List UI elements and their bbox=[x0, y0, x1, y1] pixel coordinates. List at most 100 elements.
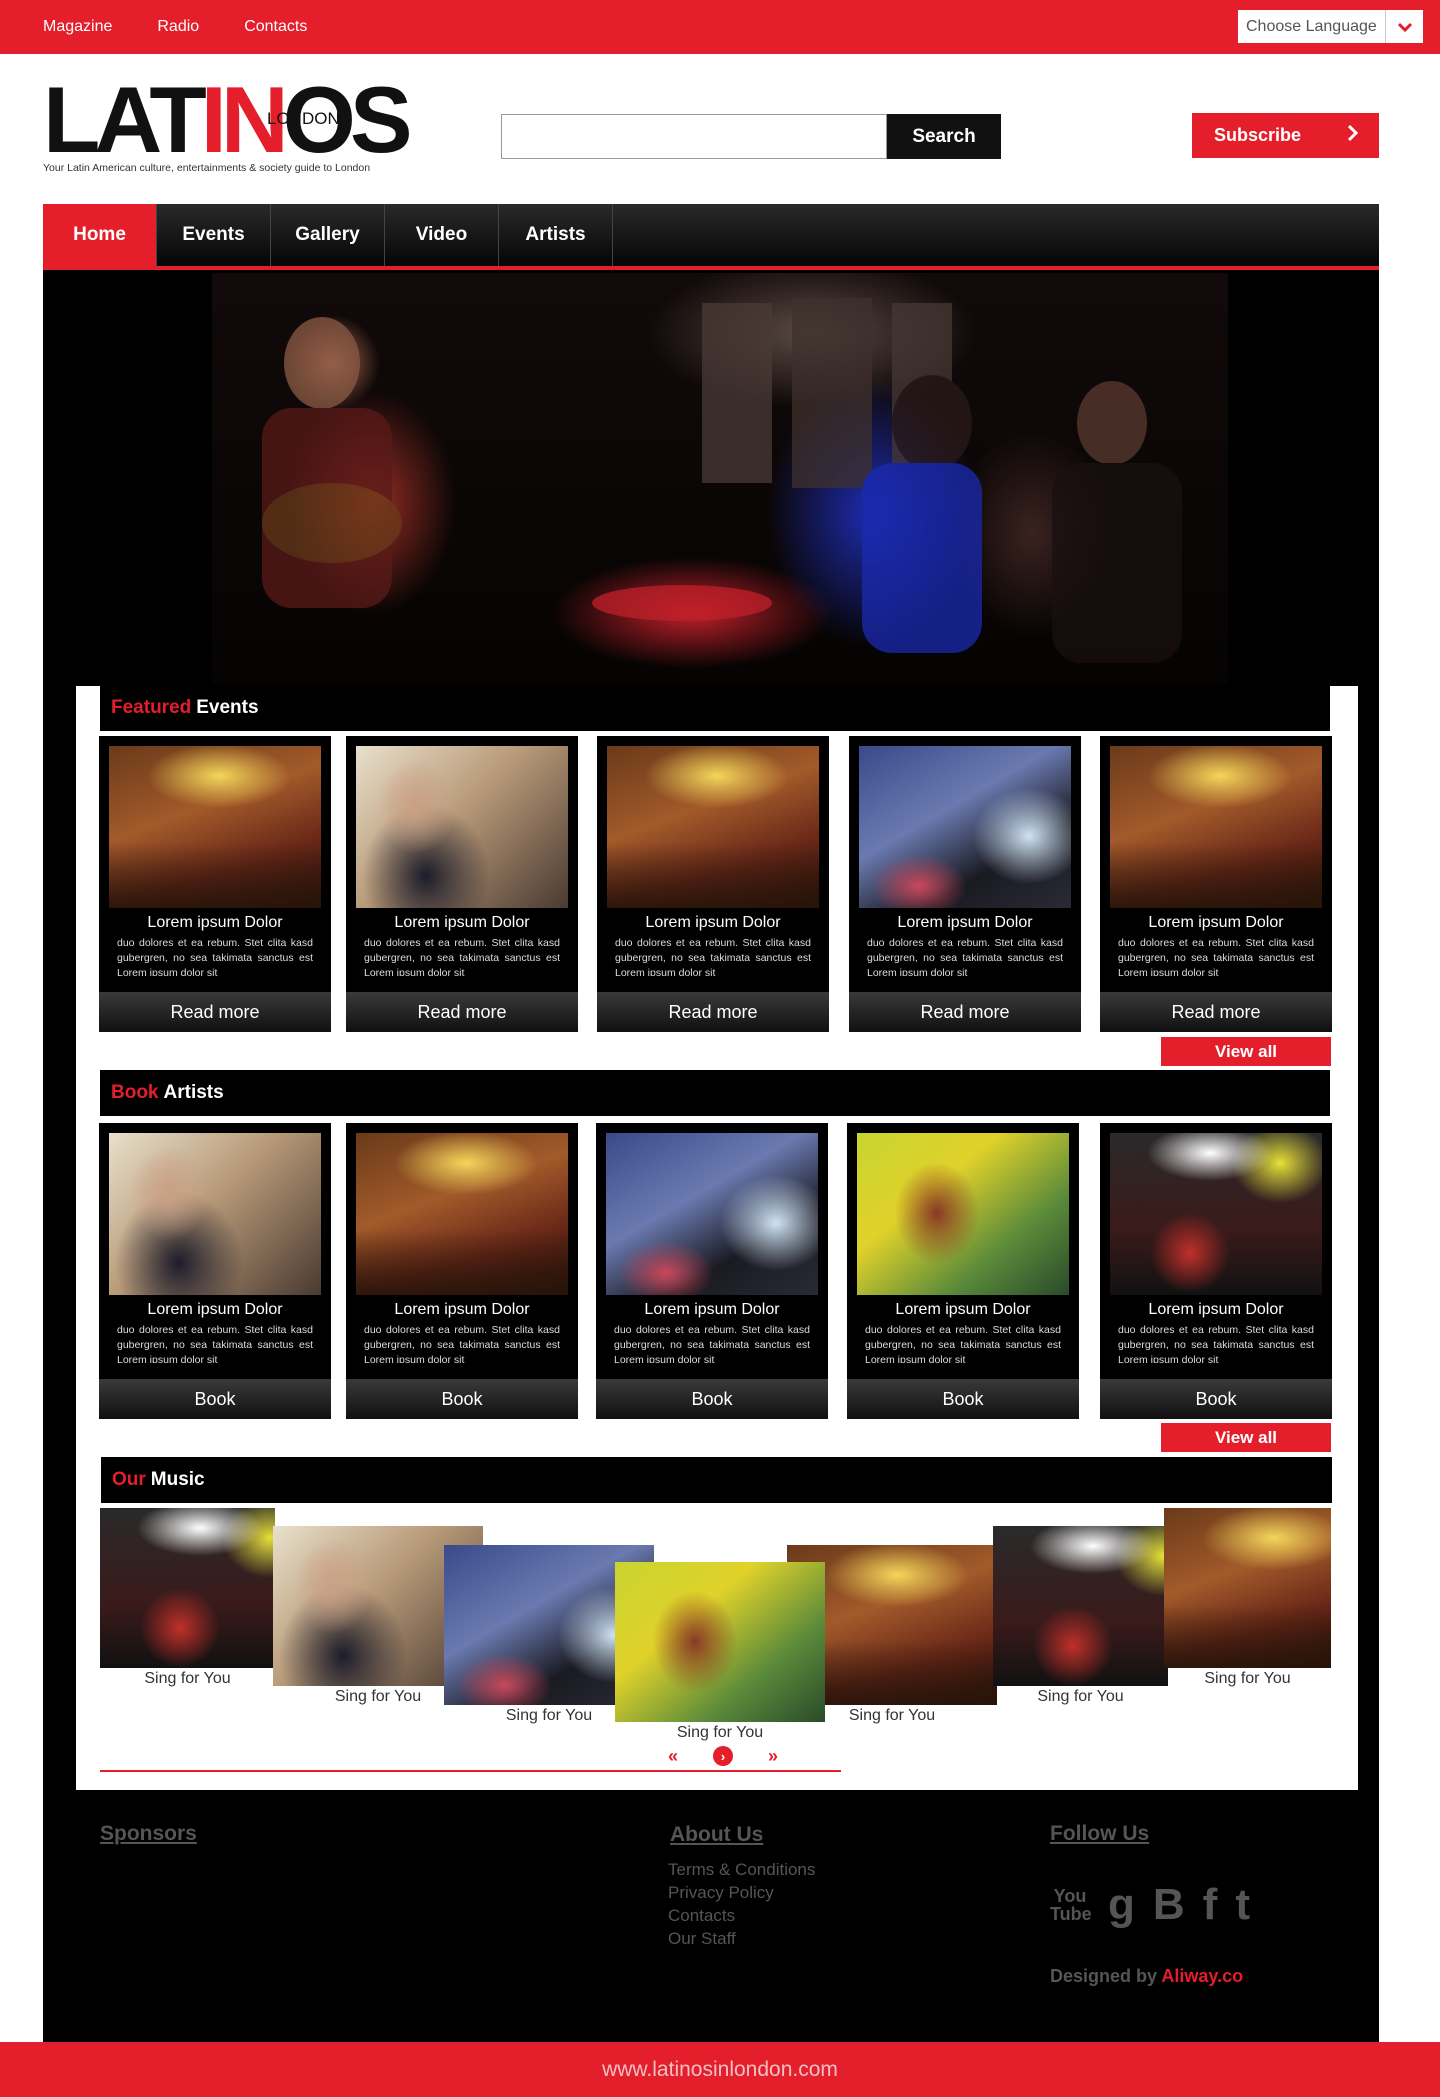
nav-item-home[interactable]: Home bbox=[43, 204, 157, 266]
search-button[interactable]: Search bbox=[887, 114, 1001, 159]
carousel-next-icon[interactable]: » bbox=[768, 1746, 778, 1767]
music-divider bbox=[100, 1770, 841, 1772]
about-us-heading[interactable]: About Us bbox=[670, 1823, 763, 1847]
subscribe-button[interactable]: Subscribe bbox=[1192, 113, 1379, 158]
google-icon[interactable]: g bbox=[1108, 1882, 1135, 1928]
music-item[interactable]: Sing for You bbox=[1164, 1508, 1331, 1687]
sponsors-heading: Sponsors bbox=[100, 1822, 197, 1845]
social-icons: You Tube g B f t bbox=[1050, 1882, 1250, 1928]
artist-card-desc: duo dolores et ea rebum. Stet clita kasd… bbox=[117, 1324, 313, 1363]
event-card: Lorem ipsum Dolor duo dolores et ea rebu… bbox=[849, 736, 1081, 1032]
music-item-label: Sing for You bbox=[1204, 1670, 1291, 1687]
top-link-radio[interactable]: Radio bbox=[157, 18, 199, 36]
top-nav: Magazine Radio Contacts bbox=[43, 18, 307, 36]
chevron-down-icon bbox=[1385, 10, 1423, 43]
our-music-heading: Our Music bbox=[101, 1457, 1332, 1503]
music-item-label: Sing for You bbox=[144, 1670, 231, 1687]
hero-image bbox=[212, 273, 1228, 687]
artist-card-image[interactable] bbox=[356, 1133, 568, 1295]
footer-link-contacts[interactable]: Contacts bbox=[668, 1904, 815, 1927]
event-card: Lorem ipsum Dolor duo dolores et ea rebu… bbox=[99, 736, 331, 1032]
blogger-icon[interactable]: B bbox=[1153, 1882, 1185, 1928]
book-button[interactable]: Book bbox=[99, 1379, 331, 1419]
view-all-artists-button[interactable]: View all bbox=[1161, 1423, 1331, 1452]
book-artists-heading-white: Artists bbox=[163, 1082, 224, 1103]
artist-card: Lorem ipsum Dolor duo dolores et ea rebu… bbox=[346, 1123, 578, 1419]
featured-events-heading-red: Featured bbox=[111, 697, 192, 718]
book-artists-heading: Book Artists bbox=[100, 1070, 1330, 1116]
featured-events-heading-white: Events bbox=[196, 697, 259, 718]
top-link-magazine[interactable]: Magazine bbox=[43, 18, 112, 36]
artist-card-desc: duo dolores et ea rebum. Stet clita kasd… bbox=[364, 1324, 560, 1363]
book-artists-heading-red: Book bbox=[111, 1082, 159, 1103]
artist-card-image[interactable] bbox=[109, 1133, 321, 1295]
follow-us-heading: Follow Us bbox=[1050, 1822, 1150, 1845]
artist-card-title: Lorem ipsum Dolor bbox=[895, 1301, 1031, 1318]
read-more-button[interactable]: Read more bbox=[849, 992, 1081, 1032]
about-links: Terms & Conditions Privacy Policy Contac… bbox=[668, 1858, 815, 1950]
book-button[interactable]: Book bbox=[346, 1379, 578, 1419]
facebook-icon[interactable]: f bbox=[1203, 1882, 1218, 1928]
event-card-image[interactable] bbox=[607, 746, 819, 908]
book-button[interactable]: Book bbox=[847, 1379, 1079, 1419]
search-bar: Search bbox=[501, 114, 1001, 159]
carousel-prev-icon[interactable]: « bbox=[668, 1746, 678, 1767]
read-more-button[interactable]: Read more bbox=[346, 992, 578, 1032]
artist-card-image[interactable] bbox=[606, 1133, 818, 1295]
artist-card: Lorem ipsum Dolor duo dolores et ea rebu… bbox=[847, 1123, 1079, 1419]
event-card-desc: duo dolores et ea rebum. Stet clita kasd… bbox=[117, 937, 313, 976]
book-button[interactable]: Book bbox=[596, 1379, 828, 1419]
nav-item-gallery[interactable]: Gallery bbox=[271, 204, 385, 266]
artist-card-title: Lorem ipsum Dolor bbox=[1148, 1301, 1284, 1318]
music-item-image bbox=[1164, 1508, 1331, 1668]
event-card-desc: duo dolores et ea rebum. Stet clita kasd… bbox=[1118, 937, 1314, 976]
search-input[interactable] bbox=[501, 114, 887, 159]
designer-link[interactable]: Aliway.co bbox=[1161, 1966, 1243, 1986]
read-more-button[interactable]: Read more bbox=[597, 992, 829, 1032]
music-item[interactable]: Sing for You bbox=[993, 1526, 1168, 1705]
artist-card: Lorem ipsum Dolor duo dolores et ea rebu… bbox=[99, 1123, 331, 1419]
artist-card-image[interactable] bbox=[1110, 1133, 1322, 1295]
language-select-label: Choose Language bbox=[1246, 17, 1377, 35]
site-logo[interactable]: LATINOS LONDON Your Latin American cultu… bbox=[43, 73, 413, 178]
designed-by-label: Designed by bbox=[1050, 1966, 1158, 1986]
event-card-desc: duo dolores et ea rebum. Stet clita kasd… bbox=[615, 937, 811, 976]
event-card-image[interactable] bbox=[859, 746, 1071, 908]
event-card-image[interactable] bbox=[109, 746, 321, 908]
event-card: Lorem ipsum Dolor duo dolores et ea rebu… bbox=[346, 736, 578, 1032]
carousel-current-dot[interactable]: › bbox=[713, 1746, 733, 1766]
artist-card-image[interactable] bbox=[857, 1133, 1069, 1295]
site-url[interactable]: www.latinosinlondon.com bbox=[602, 2058, 838, 2082]
book-button[interactable]: Book bbox=[1100, 1379, 1332, 1419]
footer-link-terms[interactable]: Terms & Conditions bbox=[668, 1858, 815, 1881]
event-card-image[interactable] bbox=[356, 746, 568, 908]
twitter-icon[interactable]: t bbox=[1235, 1882, 1250, 1928]
nav-item-events[interactable]: Events bbox=[157, 204, 271, 266]
view-all-events-button[interactable]: View all bbox=[1161, 1037, 1331, 1066]
language-select[interactable]: Choose Language bbox=[1238, 10, 1423, 43]
our-music-heading-white: Music bbox=[150, 1469, 205, 1490]
music-item[interactable]: Sing for You bbox=[100, 1508, 275, 1687]
read-more-button[interactable]: Read more bbox=[1100, 992, 1332, 1032]
music-item-image bbox=[993, 1526, 1168, 1686]
top-link-contacts[interactable]: Contacts bbox=[244, 18, 307, 36]
event-card: Lorem ipsum Dolor duo dolores et ea rebu… bbox=[597, 736, 829, 1032]
subscribe-label: Subscribe bbox=[1214, 125, 1302, 145]
music-carousel-controls: « › » bbox=[668, 1745, 778, 1767]
music-item-active[interactable]: Sing for You bbox=[615, 1562, 825, 1741]
nav-item-artists[interactable]: Artists bbox=[499, 204, 613, 266]
youtube-icon[interactable]: You Tube bbox=[1050, 1887, 1092, 1923]
footer-link-staff[interactable]: Our Staff bbox=[668, 1927, 815, 1950]
artist-card-title: Lorem ipsum Dolor bbox=[394, 1301, 530, 1318]
read-more-button[interactable]: Read more bbox=[99, 992, 331, 1032]
designed-by: Designed by Aliway.co bbox=[1050, 1966, 1243, 1987]
event-card-image[interactable] bbox=[1110, 746, 1322, 908]
artist-card: Lorem ipsum Dolor duo dolores et ea rebu… bbox=[596, 1123, 828, 1419]
nav-item-video[interactable]: Video bbox=[385, 204, 499, 266]
top-bar: Magazine Radio Contacts Choose Language bbox=[0, 0, 1440, 54]
featured-events-heading: Featured Events bbox=[100, 685, 1330, 731]
event-card-title: Lorem ipsum Dolor bbox=[897, 914, 1033, 931]
artist-card-title: Lorem ipsum Dolor bbox=[147, 1301, 283, 1318]
footer-link-privacy[interactable]: Privacy Policy bbox=[668, 1881, 815, 1904]
music-item-label: Sing for You bbox=[1037, 1688, 1124, 1705]
